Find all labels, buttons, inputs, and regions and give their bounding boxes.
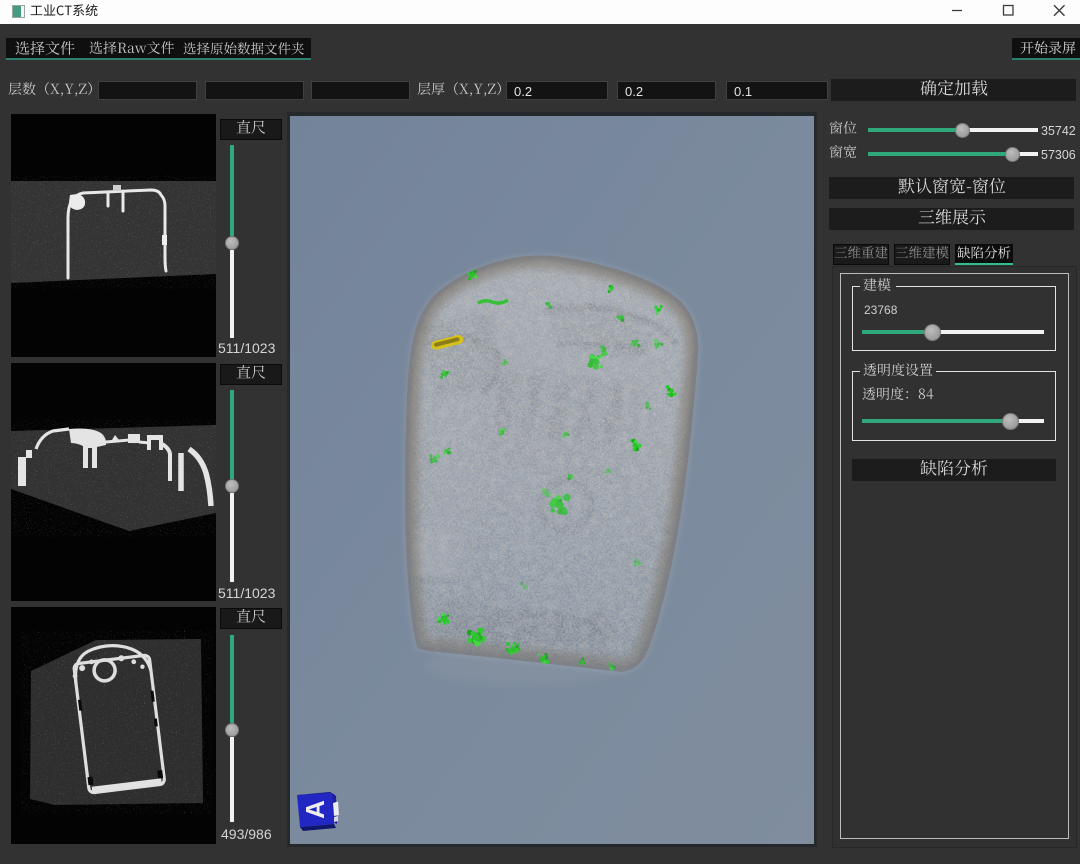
svg-text:A: A (300, 800, 330, 819)
